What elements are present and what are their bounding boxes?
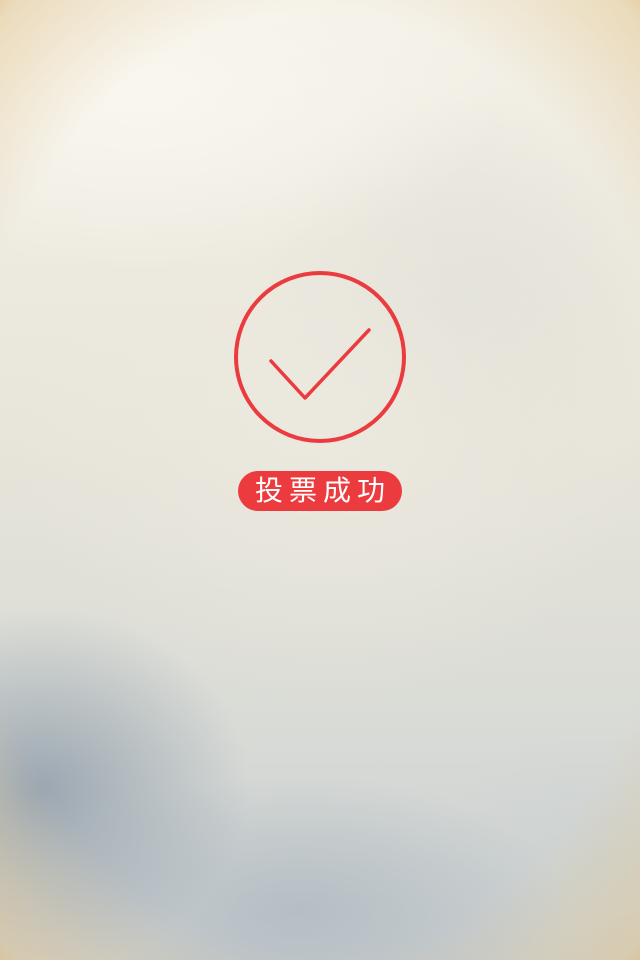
vote-success-badge: 投票成功: [238, 471, 402, 511]
check-circle-icon: [234, 271, 406, 443]
vote-success-screen: 投票成功: [0, 0, 640, 960]
